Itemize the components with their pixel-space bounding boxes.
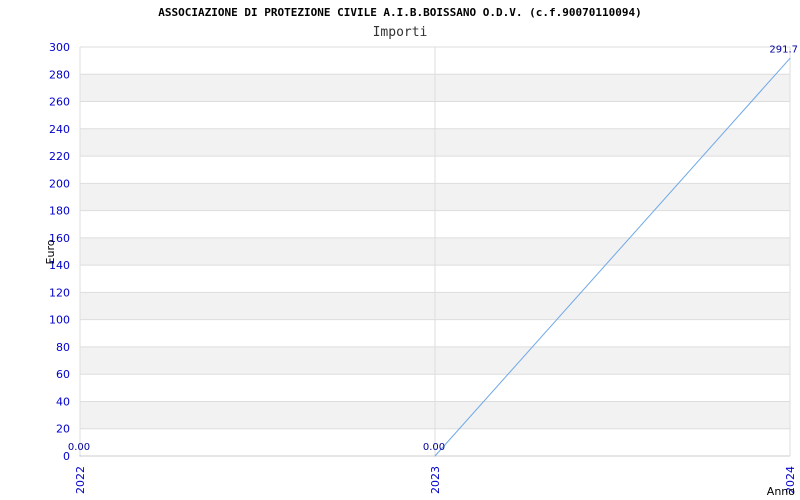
y-tick-label: 260 xyxy=(49,96,70,109)
y-tick-label: 280 xyxy=(49,68,70,81)
x-tick-label: 2023 xyxy=(429,466,442,494)
x-axis-label: Anno xyxy=(767,485,795,498)
x-tick-label: 2022 xyxy=(74,466,87,494)
y-tick-label: 60 xyxy=(56,368,70,381)
y-tick-label: 40 xyxy=(56,395,70,408)
x-axis-ticks: 2022 2023 2024 xyxy=(74,466,797,494)
y-tick-label: 200 xyxy=(49,177,70,190)
data-label: 0.00 xyxy=(68,442,90,453)
data-point xyxy=(434,455,436,457)
y-tick-label: 220 xyxy=(49,150,70,163)
y-tick-label: 20 xyxy=(56,423,70,436)
y-tick-label: 180 xyxy=(49,205,70,218)
data-point xyxy=(79,455,81,457)
data-point xyxy=(789,57,791,59)
y-tick-label: 120 xyxy=(49,286,70,299)
data-label: 0.00 xyxy=(423,442,445,453)
y-tick-label: 80 xyxy=(56,341,70,354)
y-axis-label: Euro xyxy=(44,239,57,264)
line-chart: 0204060801001201401601802002202402602803… xyxy=(44,41,798,498)
y-tick-label: 240 xyxy=(49,123,70,136)
data-label: 291.7 xyxy=(769,44,798,55)
y-tick-label: 100 xyxy=(49,314,70,327)
y-tick-label: 300 xyxy=(49,41,70,54)
